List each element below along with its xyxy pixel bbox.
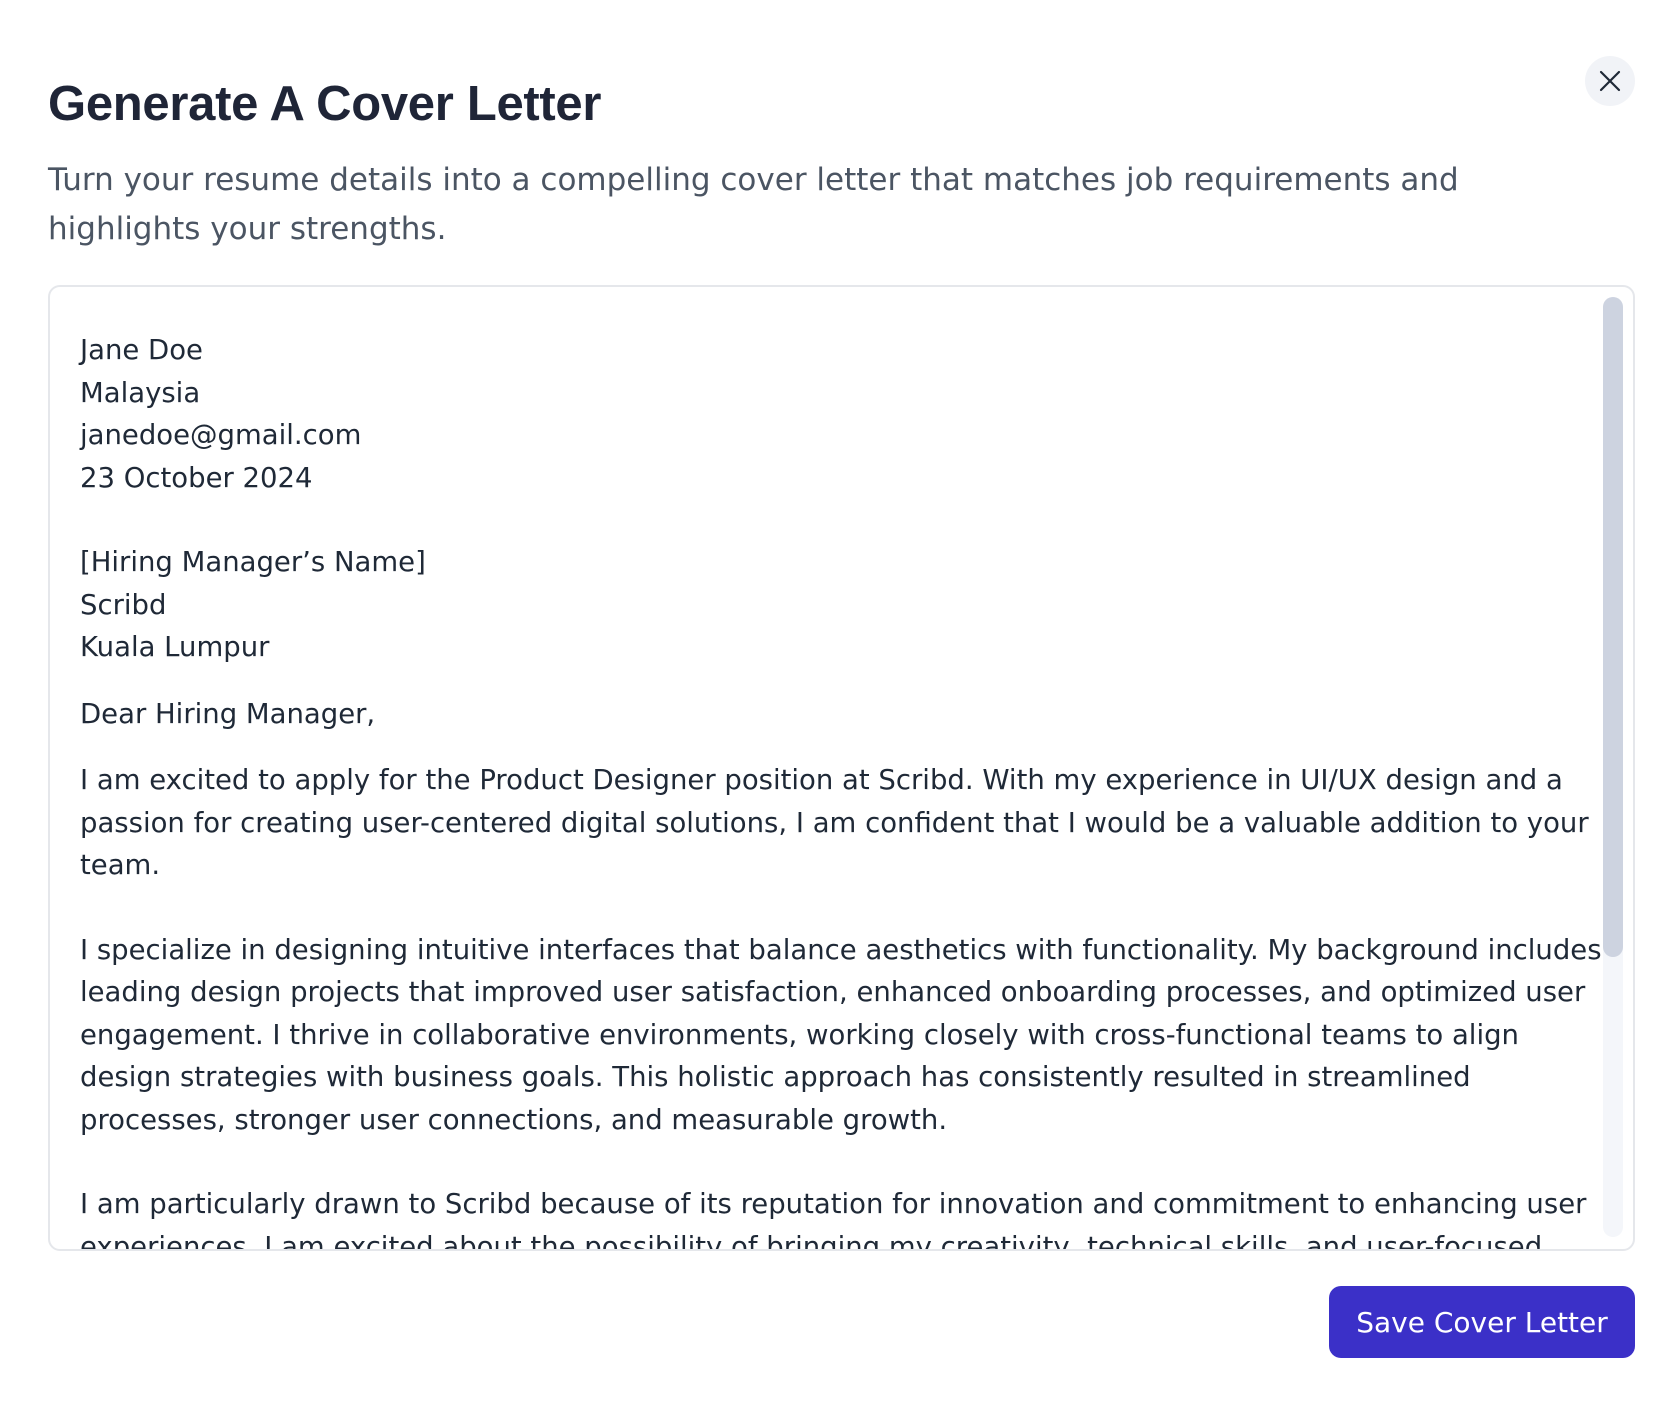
recipient-block: [Hiring Manager’s Name] Scribd Kuala Lum… <box>80 541 1610 669</box>
recipient-city: Kuala Lumpur <box>80 631 270 663</box>
letter-date: 23 October 2024 <box>80 461 313 494</box>
salutation: Dear Hiring Manager, <box>80 697 376 730</box>
letter-paragraph: I am excited to apply for the Product De… <box>80 764 1589 881</box>
close-icon <box>1599 70 1621 92</box>
cover-letter-modal: Generate A Cover Letter Turn your resume… <box>0 0 1674 1426</box>
cover-letter-editor[interactable]: Jane Doe Malaysia janedoe@gmail.com 23 O… <box>48 285 1635 1251</box>
scrollbar-thumb[interactable] <box>1603 297 1623 957</box>
recipient-company: Scribd <box>80 588 167 621</box>
letter-paragraph: I am particularly drawn to Scribd becaus… <box>80 1188 1587 1251</box>
sender-name: Jane Doe <box>80 334 203 366</box>
save-cover-letter-button[interactable]: Save Cover Letter <box>1329 1286 1635 1358</box>
close-button[interactable] <box>1585 56 1635 106</box>
scrollbar-track[interactable] <box>1603 297 1623 1237</box>
modal-title: Generate A Cover Letter <box>48 77 602 131</box>
letter-paragraph: I specialize in designing intuitive inte… <box>80 933 1602 1136</box>
modal-subtitle: Turn your resume details into a compelli… <box>48 162 1459 247</box>
sender-location: Malaysia <box>80 376 201 409</box>
sender-block: Jane Doe Malaysia janedoe@gmail.com 23 O… <box>80 329 1610 499</box>
sender-email: janedoe@gmail.com <box>80 419 362 451</box>
letter-content[interactable]: Jane Doe Malaysia janedoe@gmail.com 23 O… <box>80 329 1610 1251</box>
recipient-name: [Hiring Manager’s Name] <box>80 546 426 578</box>
